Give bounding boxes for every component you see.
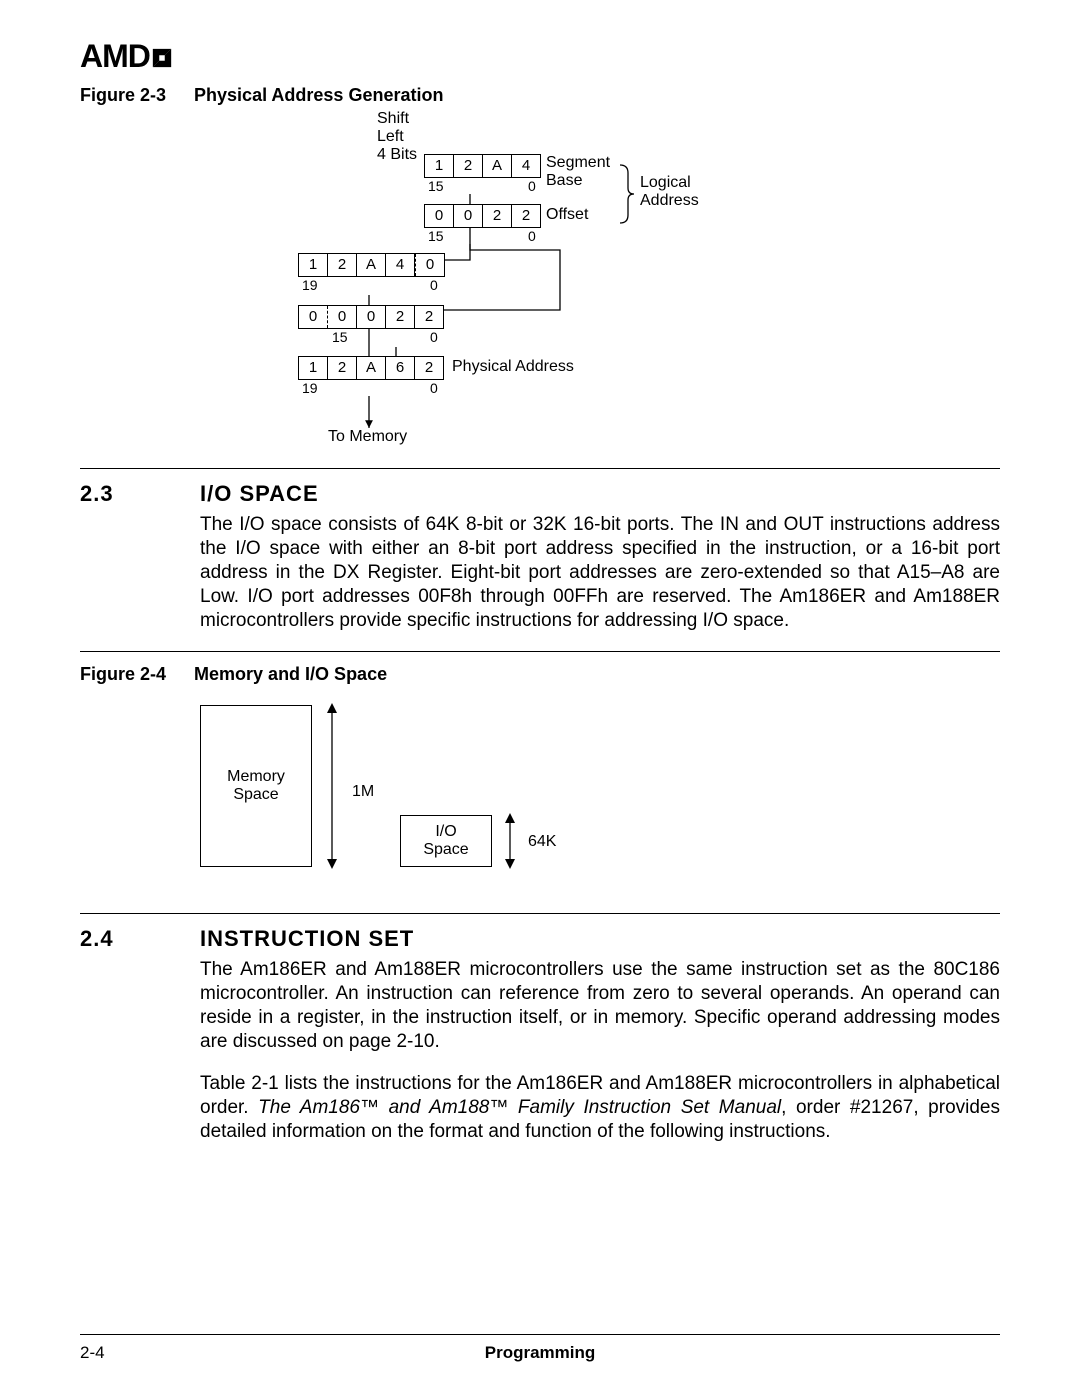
segment-cell: 1 <box>425 155 454 177</box>
section-title: INSTRUCTION SET <box>200 926 414 952</box>
shifted-cell: 1 <box>299 254 328 276</box>
logical-address-label-1: Logical <box>640 174 691 192</box>
phys-cell: 6 <box>386 357 415 379</box>
phys-hi-bit: 19 <box>302 380 318 396</box>
section-divider <box>80 468 1000 469</box>
section-divider <box>80 651 1000 652</box>
section-2-3-body: The I/O space consists of 64K 8-bit or 3… <box>200 513 1000 633</box>
document-page: AMD Figure 2-3 Physical Address Generatio… <box>0 0 1080 1397</box>
shifted-cell: A <box>357 254 386 276</box>
memory-label-2: Space <box>227 786 285 804</box>
offset-hi-bit: 15 <box>428 228 444 244</box>
section-number: 2.3 <box>80 481 200 507</box>
segment-cell: 2 <box>454 155 483 177</box>
shifted-lo-bit: 0 <box>430 277 438 293</box>
section-2-4-body-p1: The Am186ER and Am188ER microcontrollers… <box>200 958 1000 1054</box>
phys-cell: 1 <box>299 357 328 379</box>
shifted-cell: 2 <box>328 254 357 276</box>
memory-size-arrow <box>320 703 350 869</box>
memory-size-label: 1M <box>352 783 374 801</box>
ext-lo-bit: 0 <box>430 329 438 345</box>
amd-logo: AMD <box>80 38 1000 75</box>
figure-2-4-caption: Figure 2-4 Memory and I/O Space <box>80 664 1000 685</box>
shifted-hi-bit: 19 <box>302 277 318 293</box>
figure-title: Physical Address Generation <box>194 85 443 105</box>
offset-cells: 0 0 2 2 <box>424 204 541 228</box>
offset-label: Offset <box>546 206 588 224</box>
figure-title: Memory and I/O Space <box>194 664 387 684</box>
ext-cell: 2 <box>415 306 443 328</box>
section-2-4-body-p2: Table 2-1 lists the instructions for the… <box>200 1072 1000 1144</box>
segment-cell: A <box>483 155 512 177</box>
phys-cell: 2 <box>328 357 357 379</box>
segment-cell: 4 <box>512 155 540 177</box>
offset-cell: 2 <box>512 205 540 227</box>
figure-2-3-caption: Figure 2-3 Physical Address Generation <box>80 85 1000 106</box>
shifted-cell: 4 <box>386 254 415 276</box>
section-2-3-heading: 2.3 I/O SPACE <box>80 481 1000 507</box>
segment-hi-bit: 15 <box>428 178 444 194</box>
logical-address-label-2: Address <box>640 192 699 210</box>
offset-lo-bit: 0 <box>528 228 536 244</box>
section-2-4-heading: 2.4 INSTRUCTION SET <box>80 926 1000 952</box>
shifted-cells: 1 2 A 4 0 <box>298 253 445 277</box>
segment-label-1: Segment <box>546 154 610 172</box>
figure-number: Figure 2-4 <box>80 664 166 684</box>
physical-address-cells: 1 2 A 6 2 <box>298 356 444 380</box>
memory-label-1: Memory <box>227 768 285 786</box>
io-space-box: I/O Space <box>400 815 492 867</box>
offset-cell: 0 <box>425 205 454 227</box>
offset-cell: 2 <box>483 205 512 227</box>
io-size-arrow <box>498 813 528 869</box>
body-text-italic: The Am186™ and Am188™ Family Instruction… <box>258 1097 781 1118</box>
section-title: I/O SPACE <box>200 481 319 507</box>
phys-cell: 2 <box>415 357 443 379</box>
section-number: 2.4 <box>80 926 200 952</box>
segment-label-2: Base <box>546 172 582 190</box>
memory-space-box: Memory Space <box>200 705 312 867</box>
phys-cell: A <box>357 357 386 379</box>
offset-cell: 0 <box>454 205 483 227</box>
page-footer: 2-4 Programming <box>80 1334 1000 1363</box>
ext-cell: 0 <box>357 306 386 328</box>
figure-number: Figure 2-3 <box>80 85 166 105</box>
segment-base-cells: 1 2 A 4 <box>424 154 541 178</box>
ext-cell: 2 <box>386 306 415 328</box>
figure-2-3-diagram: Shift Left 4 Bits 1 2 A 4 15 0 Segment B… <box>80 110 1000 450</box>
logo-arrow-icon <box>150 40 174 77</box>
shift-label-line2: Left <box>377 128 404 146</box>
shift-label-line1: Shift <box>377 110 409 128</box>
shifted-cell-pad: 0 <box>415 254 444 276</box>
ext-cell: 0 <box>328 306 357 328</box>
io-size-label: 64K <box>528 833 556 851</box>
footer-section-title: Programming <box>80 1343 1000 1363</box>
shift-label-line3: 4 Bits <box>377 146 417 164</box>
section-divider <box>80 913 1000 914</box>
phys-lo-bit: 0 <box>430 380 438 396</box>
io-label-2: Space <box>423 841 468 859</box>
ext-cell-pad: 0 <box>299 306 328 328</box>
figure-2-4-diagram: Memory Space 1M I/O Space 64K <box>200 695 1000 895</box>
to-memory-label: To Memory <box>328 428 407 446</box>
physical-address-label: Physical Address <box>452 358 574 376</box>
extended-offset-cells: 0 0 0 2 2 <box>298 305 444 329</box>
io-label-1: I/O <box>423 823 468 841</box>
logo-text: AMD <box>80 38 150 74</box>
segment-lo-bit: 0 <box>528 178 536 194</box>
ext-hi-bit: 15 <box>332 329 348 345</box>
